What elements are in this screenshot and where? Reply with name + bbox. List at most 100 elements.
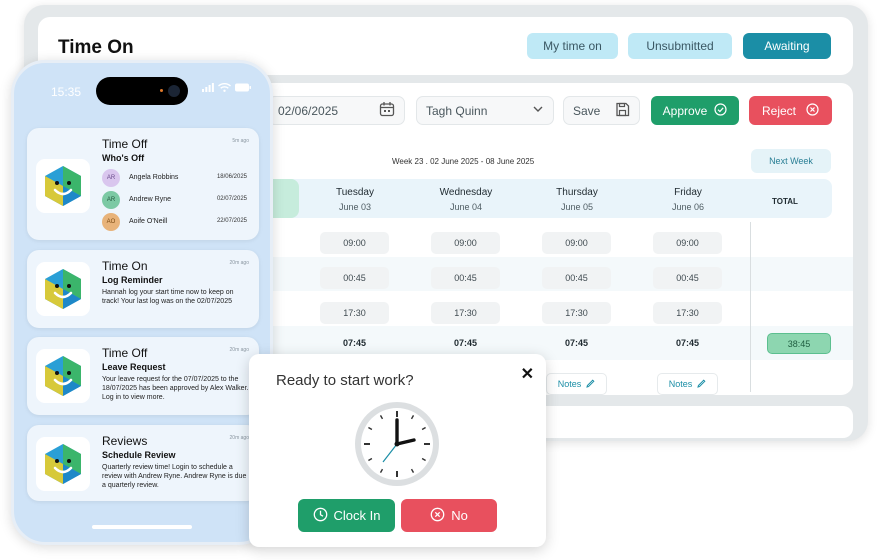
pencil-icon (697, 378, 706, 390)
tab-unsubmitted[interactable]: Unsubmitted (628, 33, 732, 59)
user-select-value: Tagh Quinn (426, 103, 488, 118)
day-header-friday: Friday June 06 (643, 187, 733, 212)
list-item: AR Angela Robbins 18/06/2025 (102, 169, 247, 187)
notification-time: 5m ago (232, 138, 249, 144)
person-name: Angela Robbins (129, 174, 179, 181)
break-time-input[interactable]: 00:45 (542, 267, 611, 289)
reject-label: Reject (761, 103, 796, 118)
page-title: Time On (58, 37, 134, 58)
day-name: Friday (674, 187, 702, 198)
notification-subtitle: Leave Request (102, 362, 166, 372)
list-item: AR Andrew Ryne 02/07/2025 (102, 191, 247, 209)
break-time-input[interactable]: 00:45 (653, 267, 722, 289)
person-date: 22/07/2025 (216, 218, 247, 224)
start-time-input[interactable]: 09:00 (431, 232, 500, 254)
stage: Time On My time on Unsubmitted Awaiting … (0, 0, 881, 560)
clock-icon (313, 507, 328, 525)
week-total-badge: 38:45 (767, 333, 831, 354)
status-bar-icons (202, 83, 251, 92)
app-logo-icon (36, 437, 90, 491)
check-circle-icon (714, 102, 727, 119)
dialog-title: Ready to start work? (276, 372, 414, 389)
user-select[interactable]: Tagh Quinn (416, 96, 554, 125)
app-logo-icon (36, 159, 90, 213)
notification-subtitle: Who's Off (102, 153, 145, 163)
day-date: June 03 (338, 202, 372, 212)
end-time-input[interactable]: 17:30 (320, 302, 389, 324)
next-week-button[interactable]: Next Week (751, 149, 831, 173)
break-time-input[interactable]: 00:45 (320, 267, 389, 289)
person-date: 18/06/2025 (216, 174, 247, 180)
day-header-thursday: Thursday June 05 (532, 187, 622, 212)
date-picker[interactable]: 02/06/2025 (268, 96, 405, 125)
close-icon[interactable]: ✕ (521, 364, 534, 384)
notification-title: Time Off (102, 137, 148, 151)
notification-card[interactable]: Time Off Leave Request 20m ago Your leav… (27, 337, 259, 415)
total-header: TOTAL (772, 197, 798, 206)
signal-icon (202, 83, 214, 92)
notification-card[interactable]: Time On Log Reminder 20m ago Hannah log … (27, 250, 259, 328)
save-icon (615, 102, 630, 120)
no-button[interactable]: No (401, 499, 497, 532)
start-time-input[interactable]: 09:00 (653, 232, 722, 254)
day-date: June 04 (449, 202, 483, 212)
save-label: Save (573, 103, 601, 118)
notes-button-friday[interactable]: Notes (657, 373, 718, 395)
indicator-dot (160, 89, 163, 92)
notification-title: Time Off (102, 346, 148, 360)
x-circle-icon (430, 507, 445, 525)
app-logo-icon (36, 349, 90, 403)
notification-time: 20m ago (229, 435, 249, 441)
date-value: 02/06/2025 (278, 103, 339, 118)
day-date: June 05 (560, 202, 594, 212)
notification-time: 20m ago (229, 260, 249, 266)
clock-in-button[interactable]: Clock In (298, 499, 395, 532)
notification-title: Reviews (102, 434, 148, 448)
approve-button[interactable]: Approve (651, 96, 739, 125)
end-time-input[interactable]: 17:30 (653, 302, 722, 324)
day-total: 07:45 (675, 338, 700, 348)
day-name: Thursday (556, 187, 598, 198)
day-name: Tuesday (336, 187, 374, 198)
clock-in-dialog: Ready to start work? ✕ Clock In No (249, 354, 546, 547)
no-label: No (451, 508, 468, 523)
notes-button-thursday[interactable]: Notes (546, 373, 607, 395)
home-indicator[interactable] (92, 525, 192, 529)
battery-icon (235, 83, 251, 92)
selected-day-highlight (270, 179, 299, 218)
notification-card[interactable]: Reviews Schedule Review 20m ago Quarterl… (27, 425, 259, 501)
total-divider (750, 222, 751, 392)
calendar-icon[interactable] (379, 101, 395, 120)
notification-body: Quarterly review time! Login to schedule… (102, 464, 247, 489)
notification-card[interactable]: Time Off Who's Off 5m ago AR Angela Robb… (27, 128, 259, 240)
tab-my-time-on[interactable]: My time on (527, 33, 618, 59)
day-total: 07:45 (564, 338, 589, 348)
save-button[interactable]: Save (563, 96, 640, 125)
day-total: 07:45 (453, 338, 478, 348)
notification-time: 20m ago (229, 347, 249, 353)
start-time-input[interactable]: 09:00 (320, 232, 389, 254)
person-name: Andrew Ryne (129, 196, 172, 203)
notification-subtitle: Schedule Review (102, 450, 176, 460)
phone-mockup: 15:35 Time Off Who's Off 5m ago AR Angel… (11, 60, 273, 545)
notification-body: Hannah log your start time now to keep o… (102, 289, 234, 305)
pencil-icon (586, 378, 595, 390)
break-time-input[interactable]: 00:45 (431, 267, 500, 289)
reject-button[interactable]: Reject (749, 96, 832, 125)
wifi-icon (218, 83, 231, 92)
day-total: 07:45 (342, 338, 367, 348)
notification-body: Your leave request for the 07/07/2025 to… (102, 376, 249, 401)
person-name: Aoife O'Neill (129, 218, 168, 225)
avatar: AO (102, 213, 120, 231)
end-time-input[interactable]: 17:30 (431, 302, 500, 324)
week-label: Week 23 . 02 June 2025 - 08 June 2025 (392, 157, 535, 166)
start-time-input[interactable]: 09:00 (542, 232, 611, 254)
notification-subtitle: Log Reminder (102, 275, 163, 285)
avatar: AR (102, 169, 120, 187)
tab-awaiting[interactable]: Awaiting (743, 33, 831, 59)
x-circle-icon (806, 102, 819, 119)
end-time-input[interactable]: 17:30 (542, 302, 611, 324)
avatar: AR (102, 191, 120, 209)
day-header-wednesday: Wednesday June 04 (421, 187, 511, 212)
list-item: AO Aoife O'Neill 22/07/2025 (102, 213, 247, 231)
